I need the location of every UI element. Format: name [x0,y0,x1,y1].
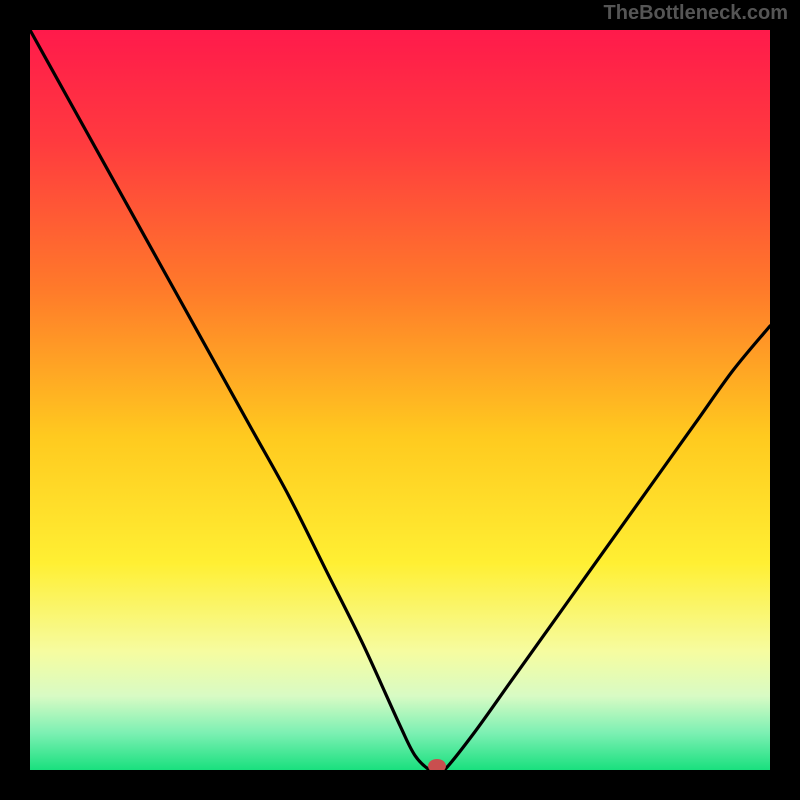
chart-frame: TheBottleneck.com [0,0,800,800]
gradient-background [30,30,770,770]
bottleneck-chart [30,30,770,770]
watermark-text: TheBottleneck.com [604,2,788,25]
